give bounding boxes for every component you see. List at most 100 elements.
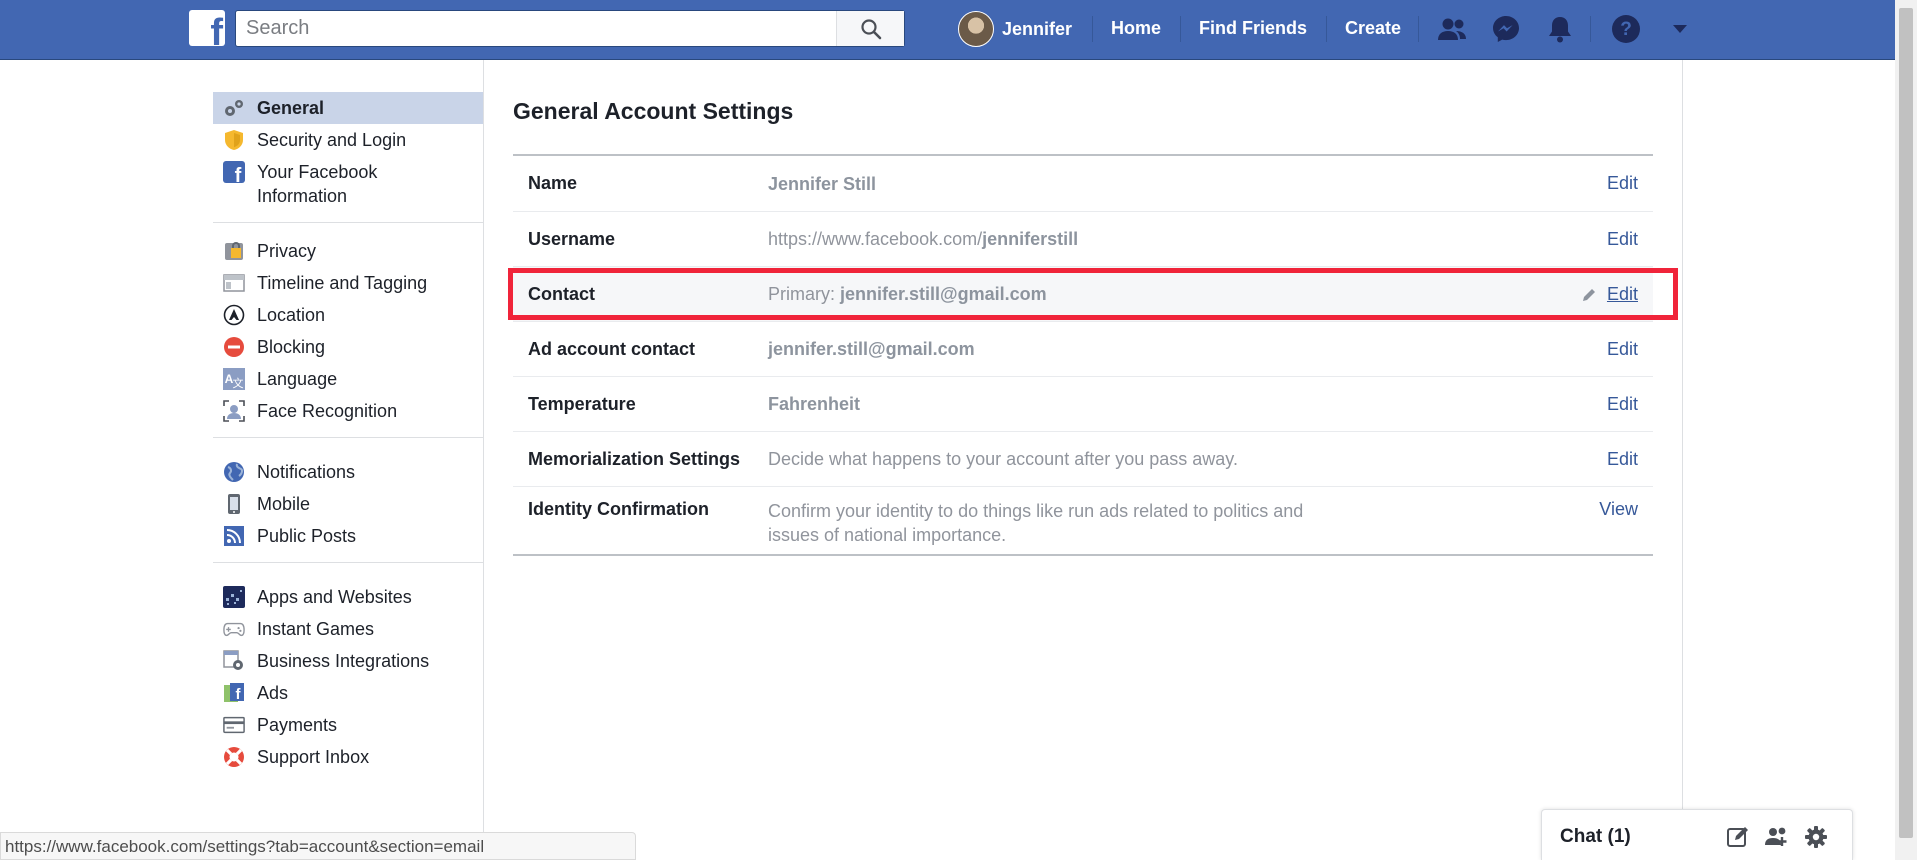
sidebar-item-label: Instant Games	[257, 619, 375, 639]
sidebar-item-label: Apps and Websites	[257, 587, 412, 607]
view-link[interactable]: View	[1513, 499, 1653, 520]
settings-sidebar: General Security and Login f Your Facebo…	[213, 78, 483, 783]
svg-text:f: f	[235, 165, 242, 183]
timeline-icon	[223, 272, 245, 294]
chat-bar[interactable]: Chat (1)	[1541, 809, 1853, 860]
sidebar-item-support-inbox[interactable]: Support Inbox	[213, 741, 483, 773]
sidebar-item-location[interactable]: Location	[213, 299, 483, 331]
row-value: Fahrenheit	[768, 394, 861, 414]
sidebar-group-apps: Apps and Websites Instant Games Business…	[213, 563, 483, 783]
nav-divider	[1326, 16, 1327, 42]
sidebar-item-payments[interactable]: Payments	[213, 709, 483, 741]
nav-divider	[1418, 16, 1419, 42]
sidebar-item-label: Blocking	[257, 337, 326, 357]
svg-text:?: ?	[1620, 19, 1632, 40]
settings-row-identity-confirmation[interactable]: Identity Confirmation Confirm your ident…	[513, 486, 1653, 554]
search-button[interactable]	[836, 11, 904, 46]
sidebar-item-notifications[interactable]: Notifications	[213, 456, 483, 488]
sidebar-item-public-posts[interactable]: Public Posts	[213, 520, 483, 552]
sidebar-item-label: Timeline and Tagging	[257, 273, 428, 293]
edit-link[interactable]: Edit	[1513, 173, 1653, 194]
blocking-icon	[223, 336, 245, 358]
home-link[interactable]: Home	[1111, 18, 1161, 39]
ads-icon: f	[223, 682, 245, 704]
sidebar-item-general[interactable]: General	[213, 92, 483, 124]
lock-icon	[223, 240, 245, 262]
scrollbar-thumb[interactable]	[1899, 8, 1913, 838]
create-group-icon[interactable]	[1764, 824, 1790, 850]
svg-text:文: 文	[233, 376, 244, 390]
sidebar-item-label: Face Recognition	[257, 401, 398, 421]
gear-icon[interactable]	[1803, 824, 1829, 850]
sidebar-item-apps-and-websites[interactable]: Apps and Websites	[213, 581, 483, 613]
sidebar-item-blocking[interactable]: Blocking	[213, 331, 483, 363]
sidebar-item-label: Ads	[257, 683, 289, 703]
create-link[interactable]: Create	[1345, 18, 1401, 39]
nav-divider	[1092, 16, 1093, 42]
edit-link[interactable]: Edit	[1513, 284, 1653, 305]
sidebar-item-label: Support Inbox	[257, 747, 370, 767]
row-value: Jennifer Still	[768, 173, 877, 194]
settings-row-contact[interactable]: Contact Primary: jennifer.still@gmail.co…	[513, 266, 1653, 321]
messenger-icon[interactable]	[1489, 12, 1523, 46]
search-input[interactable]	[246, 11, 826, 46]
help-icon[interactable]: ?	[1609, 12, 1643, 46]
facebook-icon: f	[223, 161, 245, 183]
sidebar-item-security[interactable]: Security and Login	[213, 124, 483, 156]
top-navigation-bar: f Jennifer Home Find Friends Create ?	[0, 0, 1895, 60]
nav-divider	[1590, 16, 1591, 42]
compose-icon[interactable]	[1725, 824, 1751, 850]
sidebar-item-instant-games[interactable]: Instant Games	[213, 613, 483, 645]
sidebar-item-label: Security and Login	[257, 130, 407, 150]
content-divider	[1682, 60, 1683, 860]
avatar	[958, 11, 994, 47]
row-label: Contact	[528, 283, 595, 304]
settings-row-username[interactable]: Username https://www.facebook.com/jennif…	[513, 211, 1653, 266]
row-label: Memorialization Settings	[528, 448, 741, 469]
sidebar-divider	[483, 60, 484, 860]
settings-row-memorialization[interactable]: Memorialization Settings Decide what hap…	[513, 431, 1653, 486]
edit-link[interactable]: Edit	[1513, 229, 1653, 250]
settings-row-name[interactable]: Name Jennifer Still Edit	[513, 156, 1653, 211]
sidebar-item-business-integrations[interactable]: Business Integrations	[213, 645, 483, 677]
settings-row-temperature[interactable]: Temperature Fahrenheit Edit	[513, 376, 1653, 431]
row-value: https://www.facebook.com/jenniferstill	[768, 229, 1079, 249]
sidebar-item-privacy[interactable]: Privacy	[213, 235, 483, 267]
sidebar-item-ads[interactable]: f Ads	[213, 677, 483, 709]
friend-requests-icon[interactable]	[1435, 12, 1469, 46]
rss-icon	[223, 525, 245, 547]
notifications-bell-icon[interactable]	[1543, 12, 1577, 46]
settings-content: General Account Settings Name Jennifer S…	[513, 90, 1653, 556]
gamepad-icon	[223, 618, 245, 640]
row-label: Identity Confirmation	[528, 499, 709, 519]
edit-link[interactable]: Edit	[1513, 449, 1653, 470]
profile-link[interactable]: Jennifer	[958, 10, 1072, 48]
sidebar-group-privacy: Privacy Timeline and Tagging Location Bl…	[213, 223, 483, 438]
search-icon	[860, 18, 881, 39]
account-menu-chevron-down-icon[interactable]	[1663, 12, 1697, 46]
sidebar-item-mobile[interactable]: Mobile	[213, 488, 483, 520]
sidebar-item-language[interactable]: A文 Language	[213, 363, 483, 395]
edit-link[interactable]: Edit	[1513, 394, 1653, 415]
row-label: Username	[528, 228, 616, 249]
row-label: Name	[528, 173, 578, 193]
page-title: General Account Settings	[513, 98, 794, 124]
settings-row-ad-account-contact[interactable]: Ad account contact jennifer.still@gmail.…	[513, 321, 1653, 376]
browser-status-bar: https://www.facebook.com/settings?tab=ac…	[0, 832, 636, 860]
card-icon	[223, 714, 245, 736]
sidebar-item-label: Language	[257, 369, 338, 389]
find-friends-link[interactable]: Find Friends	[1199, 18, 1307, 39]
profile-name: Jennifer	[1002, 18, 1073, 39]
row-label: Temperature	[528, 393, 636, 414]
sidebar-item-label: Location	[257, 305, 326, 325]
sidebar-item-label: Notifications	[257, 462, 356, 482]
facebook-logo-icon[interactable]: f	[189, 10, 225, 46]
shield-icon	[223, 129, 245, 151]
gears-icon	[223, 97, 245, 119]
sidebar-item-timeline-and-tagging[interactable]: Timeline and Tagging	[213, 267, 483, 299]
sidebar-item-your-facebook-information[interactable]: f Your Facebook Information	[213, 156, 483, 212]
row-value: Primary: jennifer.still@gmail.com	[768, 284, 1047, 304]
sidebar-item-face-recognition[interactable]: Face Recognition	[213, 395, 483, 427]
edit-link[interactable]: Edit	[1513, 339, 1653, 360]
apps-icon	[223, 586, 245, 608]
